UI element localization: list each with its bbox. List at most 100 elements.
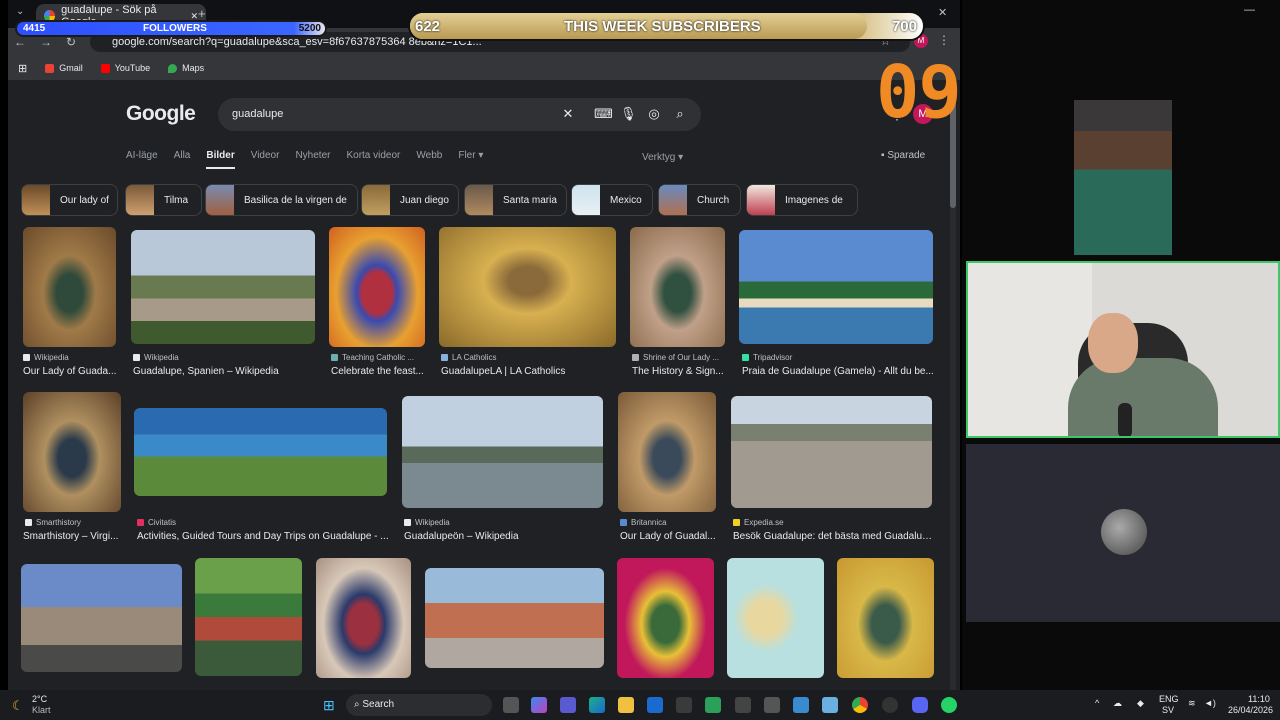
chip-santa-maria[interactable]: Santa maria	[464, 184, 567, 216]
saved-button[interactable]: ▪ Sparade	[881, 150, 925, 161]
new-tab-button[interactable]: +	[198, 6, 206, 21]
chip-tilma[interactable]: Tilma	[125, 184, 202, 216]
app-icon[interactable]	[705, 697, 721, 713]
result-title[interactable]: Praia de Guadalupe (Gamela) - Allt du be…	[742, 366, 934, 377]
taskbar-search[interactable]: ⌕ Search	[346, 694, 492, 716]
keyboard-icon[interactable]: ⌨	[594, 106, 613, 122]
chip-juan-diego[interactable]: Juan diego	[361, 184, 459, 216]
tab-images[interactable]: Bilder	[206, 150, 235, 169]
page-scrollbar[interactable]	[950, 82, 956, 690]
forward-icon[interactable]: →	[40, 35, 52, 49]
bookmark-gmail[interactable]: Gmail	[45, 63, 83, 73]
result-image[interactable]	[617, 558, 714, 678]
tab-web[interactable]: Webb	[416, 150, 442, 169]
copilot-icon[interactable]	[531, 697, 547, 713]
whatsapp-icon[interactable]	[941, 697, 957, 713]
tray-icon[interactable]: ☁	[1113, 698, 1122, 709]
result-title[interactable]: Smarthistory – Virgi...	[23, 531, 123, 542]
result-title[interactable]: Our Lady of Guada...	[23, 366, 121, 377]
chip-church[interactable]: Church	[658, 184, 741, 216]
result-image[interactable]	[316, 558, 411, 678]
result-image[interactable]	[727, 558, 824, 678]
result-image[interactable]	[739, 230, 933, 344]
windows-start-icon[interactable]: ⊞	[323, 697, 335, 714]
tools-button[interactable]: Verktyg ▾	[642, 152, 683, 163]
chip-imagenes[interactable]: Imagenes de	[746, 184, 858, 216]
result-image[interactable]	[23, 227, 116, 347]
result-image[interactable]	[21, 564, 182, 672]
weather-desc[interactable]: Klart	[32, 705, 51, 715]
result-title[interactable]: Activities, Guided Tours and Day Trips o…	[137, 531, 389, 542]
window-close-icon[interactable]: ✕	[938, 6, 947, 19]
result-title[interactable]: The History & Sign...	[632, 366, 728, 377]
reload-icon[interactable]: ↻	[66, 35, 76, 49]
tray-icon[interactable]: ◆	[1137, 698, 1144, 709]
chrome-icon[interactable]	[852, 697, 868, 713]
chip-mexico[interactable]: Mexico	[571, 184, 653, 216]
tab-search-icon[interactable]: ⌄	[16, 6, 24, 17]
store-icon[interactable]	[676, 697, 692, 713]
chip-basilica[interactable]: Basilica de la virgen de	[205, 184, 358, 216]
result-image[interactable]	[731, 396, 932, 508]
language-label[interactable]: ENG	[1159, 694, 1179, 704]
tab-news[interactable]: Nyheter	[295, 150, 330, 169]
task-view-icon[interactable]	[503, 697, 519, 713]
edge-icon[interactable]	[589, 697, 605, 713]
clock-time[interactable]: 11:10	[1248, 694, 1270, 704]
tab-short-videos[interactable]: Korta videor	[346, 150, 400, 169]
result-image[interactable]	[195, 558, 302, 676]
result-title[interactable]: Celebrate the feast...	[331, 366, 427, 377]
back-icon[interactable]: ←	[14, 35, 26, 49]
weather-temp[interactable]: 2°C	[32, 694, 47, 704]
google-logo[interactable]: Google	[126, 102, 196, 126]
photos-icon[interactable]	[822, 697, 838, 713]
wifi-icon[interactable]: ≋	[1188, 698, 1196, 709]
chip-thumbnail	[747, 185, 775, 215]
minimize-icon[interactable]: —	[1244, 4, 1255, 16]
tab-more[interactable]: Fler ▾	[458, 150, 483, 169]
file-explorer-icon[interactable]	[618, 697, 634, 713]
volume-icon[interactable]: ◄)	[1204, 698, 1216, 708]
tab-all[interactable]: Alla	[174, 150, 191, 169]
clear-icon[interactable]: ✕	[560, 106, 576, 122]
result-image[interactable]	[439, 227, 616, 347]
result-image[interactable]	[630, 227, 725, 347]
result-image[interactable]	[23, 392, 121, 512]
result-title[interactable]: Guadalupeön – Wikipedia	[404, 531, 602, 542]
result-title[interactable]: Our Lady of Guadal...	[620, 531, 720, 542]
result-image[interactable]	[425, 568, 604, 668]
result-image[interactable]	[402, 396, 603, 508]
app-icon[interactable]	[764, 697, 780, 713]
chip-our-lady[interactable]: Our lady of	[21, 184, 118, 216]
tab-ai-mode[interactable]: AI-läge	[126, 150, 158, 169]
microphone-icon[interactable]: 🎙	[620, 106, 637, 122]
result-title[interactable]: Guadalupe, Spanien – Wikipedia	[133, 366, 318, 377]
tab-videos[interactable]: Videor	[251, 150, 280, 169]
lens-icon[interactable]: ◎	[646, 106, 662, 122]
browser-menu-icon[interactable]: ⋮	[938, 33, 950, 47]
result-image[interactable]	[131, 230, 315, 344]
bookmark-maps[interactable]: Maps	[168, 63, 204, 73]
app-icon[interactable]	[793, 697, 809, 713]
subscribers-goal-bar: 622 THIS WEEK SUBSCRIBERS 700	[408, 11, 925, 41]
bookmark-youtube[interactable]: YouTube	[100, 63, 150, 73]
search-box[interactable]: guadalupe ✕ ⌨ 🎙 ◎ ⌕	[218, 98, 701, 131]
result-image[interactable]	[618, 392, 716, 512]
search-input[interactable]: guadalupe	[232, 108, 283, 120]
outlook-icon[interactable]	[647, 697, 663, 713]
teams-icon[interactable]	[560, 697, 576, 713]
obs-icon[interactable]	[882, 697, 898, 713]
result-image[interactable]	[837, 558, 934, 678]
app-icon[interactable]	[735, 697, 751, 713]
result-image[interactable]	[329, 227, 425, 347]
clock-date[interactable]: 26/04/2026	[1228, 705, 1273, 715]
result-image[interactable]	[134, 408, 387, 496]
result-title[interactable]: GuadalupeLA | LA Catholics	[441, 366, 619, 377]
tripadvisor-icon	[742, 354, 749, 361]
language-sub[interactable]: SV	[1162, 705, 1174, 715]
search-icon[interactable]: ⌕	[672, 106, 688, 122]
result-title[interactable]: Besök Guadalupe: det bästa med Guadalup.…	[733, 531, 933, 542]
discord-icon[interactable]	[912, 697, 928, 713]
tray-expand-icon[interactable]: ^	[1095, 698, 1099, 708]
apps-grid-icon[interactable]: ⊞	[18, 62, 27, 75]
